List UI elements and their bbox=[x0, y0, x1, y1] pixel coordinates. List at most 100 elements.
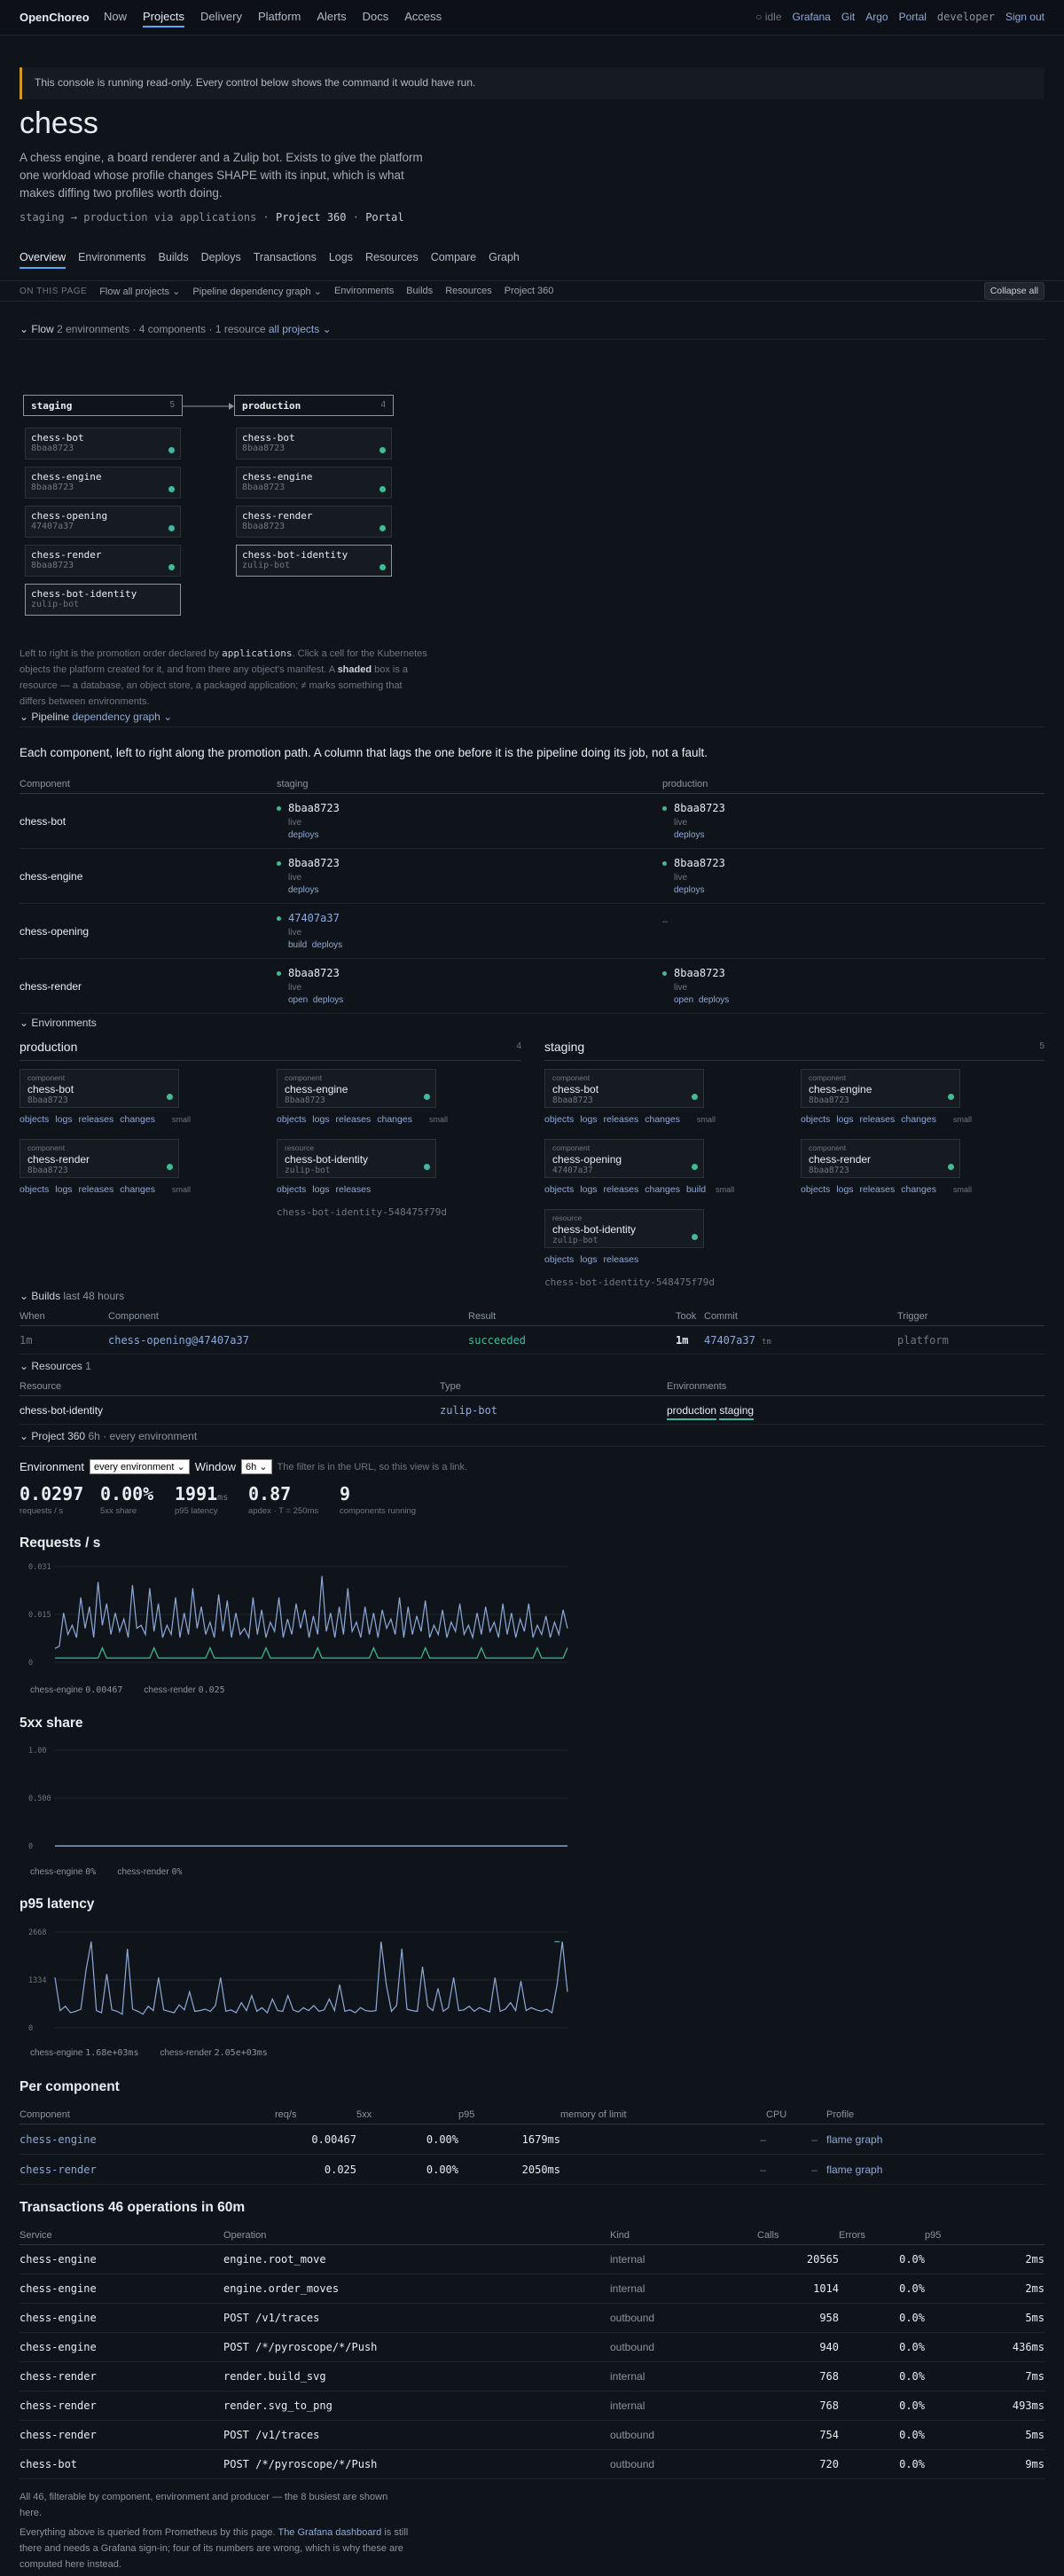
grafana-dashboard-link[interactable]: The Grafana dashboard bbox=[278, 2527, 381, 2538]
link-portal[interactable]: Portal bbox=[899, 11, 927, 23]
onpage-builds[interactable]: Builds bbox=[406, 286, 433, 296]
logs-link[interactable]: logs bbox=[580, 1114, 597, 1125]
deploys-link[interactable]: deploys bbox=[674, 885, 704, 895]
releases-link[interactable]: releases bbox=[604, 1254, 639, 1265]
logs-link[interactable]: logs bbox=[55, 1184, 72, 1195]
objects-link[interactable]: objects bbox=[277, 1114, 306, 1125]
flow-production-header[interactable]: production 4 bbox=[234, 395, 394, 416]
flow-node-production-chess-render[interactable]: chess-render 8baa8723 bbox=[236, 506, 392, 538]
pipeline-cell[interactable]: 8baa8723 live open deploys bbox=[662, 958, 1044, 1014]
onpage-project360[interactable]: Project 360 bbox=[505, 286, 554, 296]
tab-transactions[interactable]: Transactions bbox=[254, 251, 317, 269]
releases-link[interactable]: releases bbox=[860, 1114, 896, 1125]
changes-link[interactable]: changes bbox=[645, 1184, 680, 1195]
flow-node-production-chess-bot[interactable]: chess-bot 8baa8723 bbox=[236, 428, 392, 459]
flow-section-header[interactable]: ⌄ Flow 2 environments · 4 components · 1… bbox=[20, 323, 1044, 340]
tab-overview[interactable]: Overview bbox=[20, 251, 66, 269]
deploys-link[interactable]: deploys bbox=[674, 830, 704, 840]
pipeline-cell[interactable]: 8baa8723 live deploys bbox=[662, 793, 1044, 849]
flame-graph-link[interactable]: flame graph bbox=[818, 2154, 1044, 2185]
flow-node-staging-chess-bot[interactable]: chess-bot 8baa8723 bbox=[25, 428, 181, 459]
tab-environments[interactable]: Environments bbox=[78, 251, 145, 269]
changes-link[interactable]: changes bbox=[120, 1184, 155, 1195]
flame-graph-link[interactable]: flame graph bbox=[818, 2124, 1044, 2155]
env-card[interactable]: component chess-opening 47407a37 bbox=[544, 1139, 704, 1178]
environment-select[interactable]: every environment ⌄ bbox=[89, 1459, 190, 1474]
pipeline-section-header[interactable]: ⌄ Pipeline dependency graph ⌄ bbox=[20, 711, 1044, 727]
environments-section-header[interactable]: ⌄ Environments bbox=[20, 1017, 1044, 1033]
changes-link[interactable]: changes bbox=[120, 1114, 155, 1125]
pipeline-cell[interactable]: 47407a37 live build deploys bbox=[277, 903, 662, 959]
pipeline-cell[interactable]: 8baa8723 live deploys bbox=[277, 793, 662, 849]
objects-link[interactable]: objects bbox=[20, 1114, 49, 1125]
flow-node-staging-chess-engine[interactable]: chess-engine 8baa8723 bbox=[25, 467, 181, 499]
link-git[interactable]: Git bbox=[841, 11, 855, 23]
tab-resources[interactable]: Resources bbox=[365, 251, 419, 269]
changes-link[interactable]: changes bbox=[377, 1114, 412, 1125]
portal-link[interactable]: Portal bbox=[365, 211, 403, 224]
logs-link[interactable]: logs bbox=[312, 1184, 329, 1195]
build-component-link[interactable]: chess-opening@47407a37 bbox=[108, 1325, 468, 1355]
onpage-environments[interactable]: Environments bbox=[334, 286, 394, 296]
flow-node-production-chess-engine[interactable]: chess-engine 8baa8723 bbox=[236, 467, 392, 499]
brand-logo[interactable]: OpenChoreo bbox=[20, 11, 90, 24]
logs-link[interactable]: logs bbox=[312, 1114, 329, 1125]
env-card[interactable]: component chess-render 8baa8723 bbox=[801, 1139, 960, 1178]
releases-link[interactable]: releases bbox=[336, 1114, 372, 1125]
deploys-link[interactable]: deploys bbox=[288, 885, 318, 895]
onpage-pipeline[interactable]: Pipeline dependency graph ⌄ bbox=[192, 286, 322, 297]
flow-node-staging-chess-bot-identity[interactable]: chess-bot-identity zulip-bot bbox=[25, 584, 181, 616]
logs-link[interactable]: logs bbox=[580, 1184, 597, 1195]
deploys-link[interactable]: deploys bbox=[312, 940, 342, 950]
pipeline-cell[interactable]: 8baa8723 live deploys bbox=[662, 848, 1044, 904]
releases-link[interactable]: releases bbox=[860, 1184, 896, 1195]
env-card[interactable]: component chess-bot 8baa8723 bbox=[20, 1069, 179, 1108]
nav-now[interactable]: Now bbox=[104, 10, 127, 27]
table-row[interactable]: chess-bot POST /*/pyroscope/*/Push outboun… bbox=[20, 2449, 1044, 2479]
table-row[interactable]: 1m chess-opening@47407a37 succeeded 1m 4… bbox=[20, 1325, 1044, 1355]
table-row[interactable]: chess-render POST /v1/traces outbound 754 0.… bbox=[20, 2420, 1044, 2450]
table-row[interactable]: chess-engine POST /v1/traces outbound 958 0.… bbox=[20, 2303, 1044, 2333]
flow-node-staging-chess-opening[interactable]: chess-opening 47407a37 bbox=[25, 506, 181, 538]
tab-builds[interactable]: Builds bbox=[159, 251, 189, 269]
logs-link[interactable]: logs bbox=[580, 1254, 597, 1265]
pipeline-cell[interactable]: 8baa8723 live open deploys bbox=[277, 958, 662, 1014]
builds-section-header[interactable]: ⌄ Builds last 48 hours bbox=[20, 1290, 1044, 1306]
onpage-flow[interactable]: Flow all projects ⌄ bbox=[99, 286, 180, 297]
link-grafana[interactable]: Grafana bbox=[793, 11, 831, 23]
deploys-link[interactable]: deploys bbox=[288, 830, 318, 840]
table-row[interactable]: chess-engine POST /*/pyroscope/*/Push outb… bbox=[20, 2332, 1044, 2362]
releases-link[interactable]: releases bbox=[79, 1114, 114, 1125]
open-link[interactable]: open bbox=[288, 995, 308, 1005]
flow-all-projects-link[interactable]: all projects ⌄ bbox=[269, 323, 332, 335]
table-row[interactable]: chess-engine engine.root_move internal 2056… bbox=[20, 2244, 1044, 2274]
flow-staging-header[interactable]: staging 5 bbox=[23, 395, 183, 416]
component-link[interactable]: chess-render bbox=[20, 2154, 275, 2185]
component-link[interactable]: chess-engine bbox=[20, 2124, 275, 2155]
sign-out-link[interactable]: Sign out bbox=[1005, 11, 1044, 23]
nav-alerts[interactable]: Alerts bbox=[317, 10, 346, 27]
changes-link[interactable]: changes bbox=[901, 1114, 936, 1125]
resource-env-staging[interactable]: staging bbox=[719, 1403, 755, 1420]
flow-node-staging-chess-render[interactable]: chess-render 8baa8723 bbox=[25, 545, 181, 577]
tab-compare[interactable]: Compare bbox=[431, 251, 476, 269]
link-argo[interactable]: Argo bbox=[865, 11, 888, 23]
nav-delivery[interactable]: Delivery bbox=[200, 10, 242, 27]
tab-graph[interactable]: Graph bbox=[489, 251, 520, 269]
objects-link[interactable]: objects bbox=[544, 1184, 574, 1195]
build-link[interactable]: build bbox=[288, 940, 307, 950]
objects-link[interactable]: objects bbox=[277, 1184, 306, 1195]
build-link[interactable]: build bbox=[686, 1184, 706, 1195]
table-row[interactable]: chess-engine engine.order_moves internal 10… bbox=[20, 2274, 1044, 2304]
resources-section-header[interactable]: ⌄ Resources 1 bbox=[20, 1360, 1044, 1376]
objects-link[interactable]: objects bbox=[20, 1184, 49, 1195]
pipeline-cell[interactable]: 8baa8723 live deploys bbox=[277, 848, 662, 904]
nav-platform[interactable]: Platform bbox=[258, 10, 301, 27]
onpage-resources[interactable]: Resources bbox=[445, 286, 492, 296]
nav-access[interactable]: Access bbox=[404, 10, 442, 27]
env-card[interactable]: component chess-engine 8baa8723 bbox=[801, 1069, 960, 1108]
logs-link[interactable]: logs bbox=[55, 1114, 72, 1125]
dependency-graph-link[interactable]: dependency graph ⌄ bbox=[72, 711, 172, 723]
project360-section-header[interactable]: ⌄ Project 360 6h · every environment bbox=[20, 1430, 1044, 1447]
objects-link[interactable]: objects bbox=[801, 1114, 830, 1125]
